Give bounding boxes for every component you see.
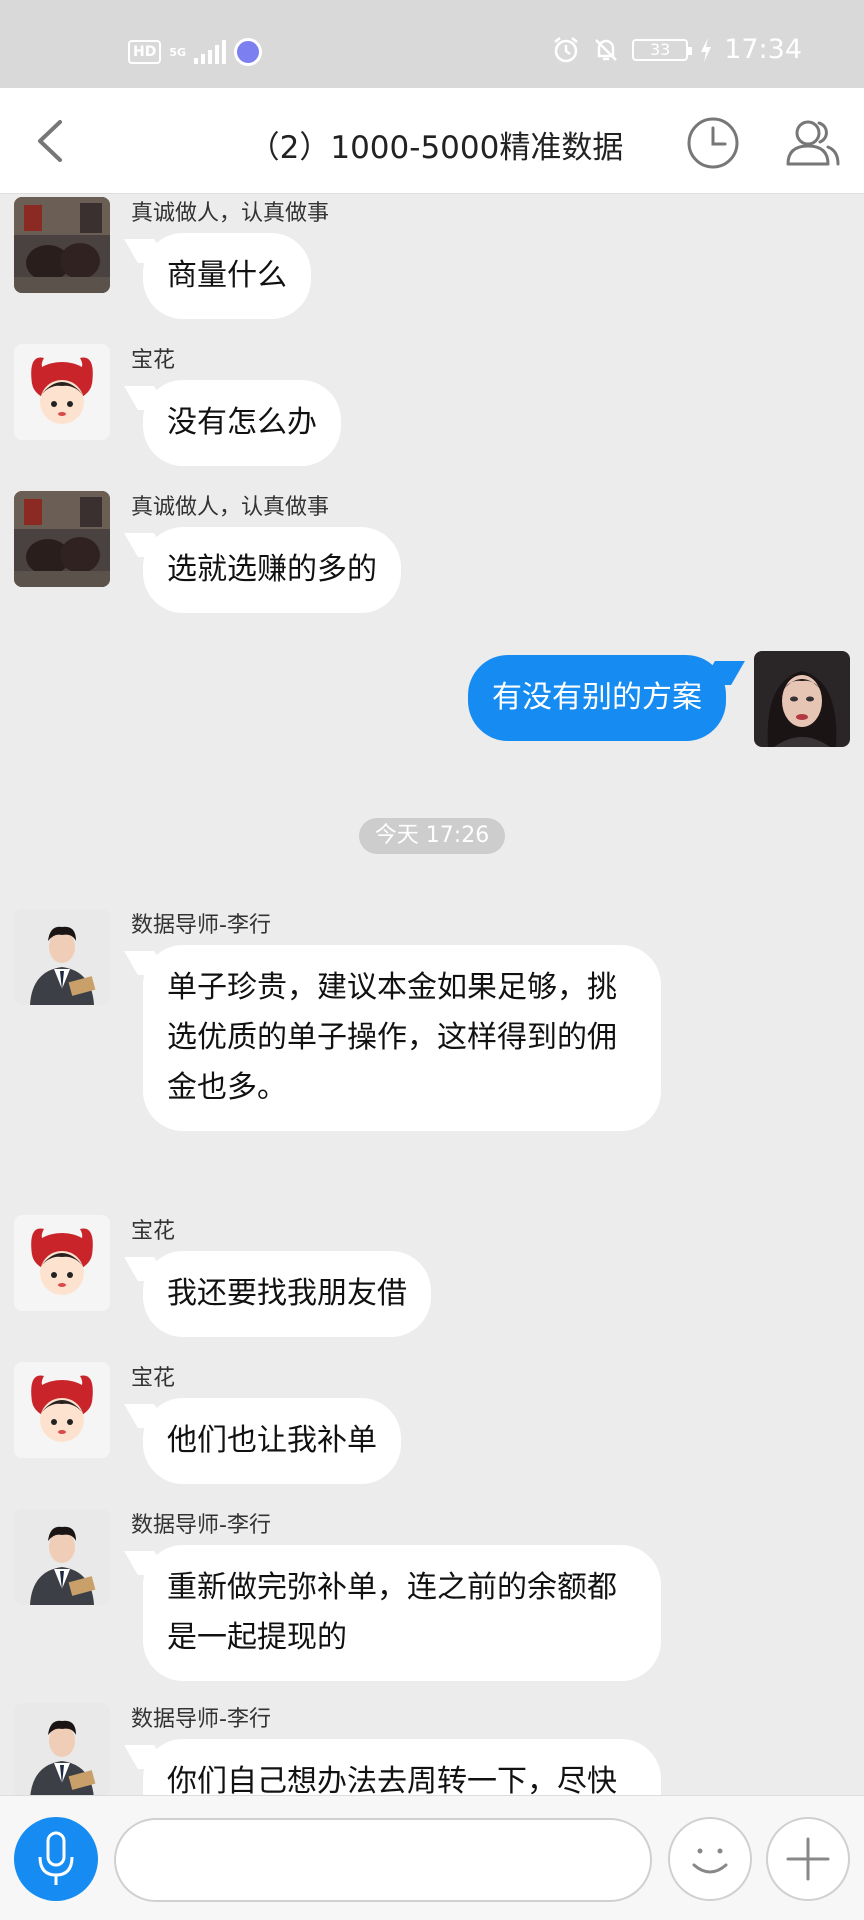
app-notification-icon	[234, 38, 263, 66]
more-button[interactable]	[766, 1817, 850, 1901]
message-bubble[interactable]: 重新做完弥补单，连之前的余额都是一起提现的	[143, 1545, 661, 1681]
status-left: HD 5G	[128, 38, 263, 66]
sender-name: 宝花	[131, 348, 176, 373]
battery-icon: 33	[632, 38, 693, 61]
avatar[interactable]	[14, 909, 110, 1005]
avatar[interactable]	[14, 1362, 110, 1458]
chat-messages: 真诚做人，认真做事 商量什么 宝花 没有怎么办 真诚做人，认真做事 选就选赚的多…	[0, 195, 864, 1875]
charging-icon	[701, 37, 712, 62]
signal-icon	[194, 40, 227, 64]
sender-name: 真诚做人，认真做事	[131, 201, 330, 226]
members-icon[interactable]	[784, 116, 842, 170]
alarm-icon	[554, 36, 578, 62]
sender-name: 真诚做人，认真做事	[131, 495, 330, 520]
message-input[interactable]	[114, 1818, 652, 1902]
plus-icon	[786, 1837, 830, 1881]
status-time: 17:34	[724, 34, 802, 65]
avatar[interactable]	[14, 1509, 110, 1605]
message-bubble[interactable]: 选就选赚的多的	[143, 527, 401, 613]
message-bubble[interactable]: 我还要找我朋友借	[143, 1251, 431, 1337]
message-bubble[interactable]: 他们也让我补单	[143, 1398, 401, 1484]
voice-button[interactable]	[14, 1817, 98, 1901]
message-bubble-self[interactable]: 有没有别的方案	[468, 655, 726, 741]
avatar[interactable]	[14, 344, 110, 440]
sender-name: 数据导师-李行	[131, 1707, 271, 1732]
time-value: 17:26	[425, 823, 490, 848]
sender-name: 数据导师-李行	[131, 913, 271, 938]
avatar[interactable]	[14, 1215, 110, 1311]
emoji-button[interactable]	[668, 1817, 752, 1901]
sender-name: 数据导师-李行	[131, 1513, 271, 1538]
network-type: 5G	[169, 45, 187, 59]
status-right: 33 17:34	[552, 34, 802, 65]
hd-badge: HD	[128, 40, 162, 64]
mute-bell-icon	[595, 38, 618, 61]
time-day: 今天	[374, 823, 419, 848]
microphone-icon	[38, 1831, 74, 1885]
clock-icon[interactable]	[686, 116, 740, 170]
chat-header: （2）1000-5000精准数据	[0, 88, 864, 194]
time-pill: 今天 17:26	[358, 818, 506, 854]
smiley-icon	[692, 1848, 728, 1874]
input-bar	[0, 1795, 864, 1920]
status-bar: HD 5G 33 17:34	[0, 0, 864, 88]
avatar[interactable]	[14, 491, 110, 587]
time-divider: 今天 17:26	[0, 818, 864, 854]
message-bubble[interactable]: 单子珍贵，建议本金如果足够，挑选优质的单子操作，这样得到的佣金也多。	[143, 945, 661, 1131]
message-bubble[interactable]: 商量什么	[143, 233, 311, 319]
avatar-self[interactable]	[754, 651, 850, 747]
sender-name: 宝花	[131, 1366, 176, 1391]
avatar[interactable]	[14, 197, 110, 293]
avatar[interactable]	[14, 1703, 110, 1799]
sender-name: 宝花	[131, 1219, 176, 1244]
message-bubble[interactable]: 没有怎么办	[143, 380, 341, 466]
